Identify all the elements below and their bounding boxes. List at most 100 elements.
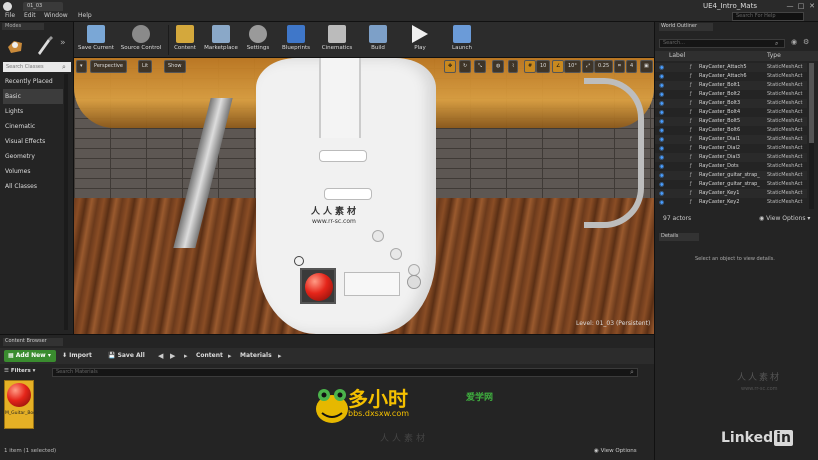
content-browser-tab[interactable]: Content Browser [3,338,63,346]
breadcrumb-content[interactable]: Content [196,350,223,362]
content-button[interactable]: Content [171,22,199,58]
category-visual-effects[interactable]: Visual Effects [3,134,63,149]
menu-file[interactable]: File [5,12,15,19]
visibility-eye-icon[interactable]: ◉ [659,162,664,171]
world-local-icon[interactable]: ◍ [492,60,505,73]
folder-icon[interactable]: ▸ [184,350,188,362]
play-button[interactable]: Play [402,22,438,58]
asset-tile[interactable]: M_Guitar_Body [4,380,39,429]
category-basic[interactable]: Basic [3,89,63,104]
search-classes-input[interactable]: Search Classes [3,62,71,72]
show-button[interactable]: Show [164,60,186,73]
maximize-button[interactable]: □ [797,2,805,10]
search-help-input[interactable]: Search For Help [732,12,804,21]
outliner-row[interactable]: ◉ ƒ RayCaster_guitar_strap_ StaticMeshAct [655,171,807,180]
scale-tool-icon[interactable]: ⤡ [474,60,487,73]
import-button[interactable]: ⬇ Import [62,350,92,362]
eye-icon[interactable]: ◉ [791,38,797,46]
camera-speed-icon[interactable]: ⌗ [614,60,625,73]
outliner-search-input[interactable]: Search... [659,39,785,48]
modes-tab[interactable]: Modes [2,23,44,30]
visibility-eye-icon[interactable]: ◉ [659,108,664,117]
surface-snap-icon[interactable]: ⌇ [508,60,519,73]
outliner-row[interactable]: ◉ ƒ RayCaster_Dial1 StaticMeshAct [655,135,807,144]
rotate-tool-icon[interactable]: ↻ [459,60,472,73]
close-button[interactable]: ✕ [808,2,816,10]
content-view-options[interactable]: ◉ View Options [594,448,637,454]
visibility-eye-icon[interactable]: ◉ [659,126,664,135]
source-control-button[interactable]: Source Control [117,22,165,58]
visibility-eye-icon[interactable]: ◉ [659,99,664,108]
outliner-row[interactable]: ◉ ƒ RayCaster_Bolt2 StaticMeshAct [655,90,807,99]
maximize-viewport-icon[interactable]: ▣ [640,60,653,73]
column-label[interactable]: Label [669,52,685,59]
world-outliner-tab[interactable]: World Outliner [659,23,713,31]
menu-help[interactable]: Help [78,12,92,19]
marketplace-button[interactable]: Marketplace [201,22,241,58]
level-viewport[interactable]: 人人素材 www.rr-sc.com ▾ Perspective Lit Sho… [74,58,654,334]
visibility-eye-icon[interactable]: ◉ [659,189,664,198]
camera-speed-value[interactable]: 4 [626,60,638,73]
category-recently-placed[interactable]: Recently Placed [3,74,63,89]
material-sphere-preview[interactable] [300,268,336,304]
outliner-row[interactable]: ◉ ƒ RayCaster_Bolt4 StaticMeshAct [655,108,807,117]
outliner-row[interactable]: ◉ ƒ RayCaster_Attach5 StaticMeshAct [655,63,807,72]
rotation-snap-icon[interactable]: ∠ [552,60,565,73]
grid-snap-icon[interactable]: # [524,60,537,73]
lit-button[interactable]: Lit [138,60,153,73]
translate-tool-icon[interactable]: ✥ [444,60,457,73]
visibility-eye-icon[interactable]: ◉ [659,72,664,81]
category-lights[interactable]: Lights [3,104,63,119]
scale-snap-icon[interactable]: ⤢ [582,60,595,73]
paint-mode-icon[interactable] [34,33,54,57]
visibility-eye-icon[interactable]: ◉ [659,117,664,126]
category-geometry[interactable]: Geometry [3,149,63,164]
cinematics-button[interactable]: Cinematics [319,22,355,58]
minimize-button[interactable]: — [786,2,794,10]
menu-edit[interactable]: Edit [24,12,36,19]
column-type[interactable]: Type [767,52,781,59]
scale-snap-value[interactable]: 0.25 [594,60,614,73]
visibility-eye-icon[interactable]: ◉ [659,81,664,90]
outliner-row[interactable]: ◉ ƒ RayCaster_Key2 StaticMeshAct [655,198,807,207]
gear-icon[interactable]: ⚙ [803,38,809,46]
save-current-button[interactable]: Save Current [76,22,116,58]
outliner-scroll-thumb[interactable] [809,63,814,143]
save-all-button[interactable]: 💾 Save All [108,350,145,362]
category-cinematic[interactable]: Cinematic [3,119,63,134]
outliner-row[interactable]: ◉ ƒ RayCaster_Bolt1 StaticMeshAct [655,81,807,90]
visibility-eye-icon[interactable]: ◉ [659,180,664,189]
menu-window[interactable]: Window [44,12,68,19]
details-tab[interactable]: Details [659,233,699,241]
search-materials-input[interactable]: Search Materials [52,368,638,377]
visibility-eye-icon[interactable]: ◉ [659,135,664,144]
viewport-menu-button[interactable]: ▾ [76,60,87,73]
outliner-row[interactable]: ◉ ƒ RayCaster_guitar_strap_ StaticMeshAct [655,180,807,189]
outliner-row[interactable]: ◉ ƒ RayCaster_Dots StaticMeshAct [655,162,807,171]
category-all-classes[interactable]: All Classes [3,179,63,194]
modes-scrollbar[interactable] [64,74,68,330]
visibility-eye-icon[interactable]: ◉ [659,198,664,207]
visibility-eye-icon[interactable]: ◉ [659,90,664,99]
outliner-row[interactable]: ◉ ƒ RayCaster_Dial2 StaticMeshAct [655,144,807,153]
place-mode-icon[interactable] [5,33,25,57]
filters-button[interactable]: ☰ Filters ▾ [4,368,48,377]
perspective-button[interactable]: Perspective [90,60,127,73]
outliner-row[interactable]: ◉ ƒ RayCaster_Dial3 StaticMeshAct [655,153,807,162]
breadcrumb-materials[interactable]: Materials [240,350,272,362]
forward-arrow-icon[interactable]: ▶ [170,350,175,362]
level-tab[interactable]: 01_03 [23,2,63,11]
outliner-row[interactable]: ◉ ƒ RayCaster_Bolt3 StaticMeshAct [655,99,807,108]
blueprints-button[interactable]: Blueprints [278,22,314,58]
settings-button[interactable]: Settings [243,22,273,58]
rotation-snap-value[interactable]: 10° [564,60,581,73]
more-modes-icon[interactable]: » [60,38,66,48]
launch-button[interactable]: Launch [444,22,480,58]
build-button[interactable]: Build [364,22,392,58]
add-new-button[interactable]: ▦ Add New ▾ [4,350,56,362]
outliner-row[interactable]: ◉ ƒ RayCaster_Bolt5 StaticMeshAct [655,117,807,126]
outliner-row[interactable]: ◉ ƒ RayCaster_Bolt6 StaticMeshAct [655,126,807,135]
visibility-eye-icon[interactable]: ◉ [659,63,664,72]
grid-snap-value[interactable]: 10 [536,60,551,73]
outliner-view-options[interactable]: ◉ View Options ▾ [759,215,810,222]
